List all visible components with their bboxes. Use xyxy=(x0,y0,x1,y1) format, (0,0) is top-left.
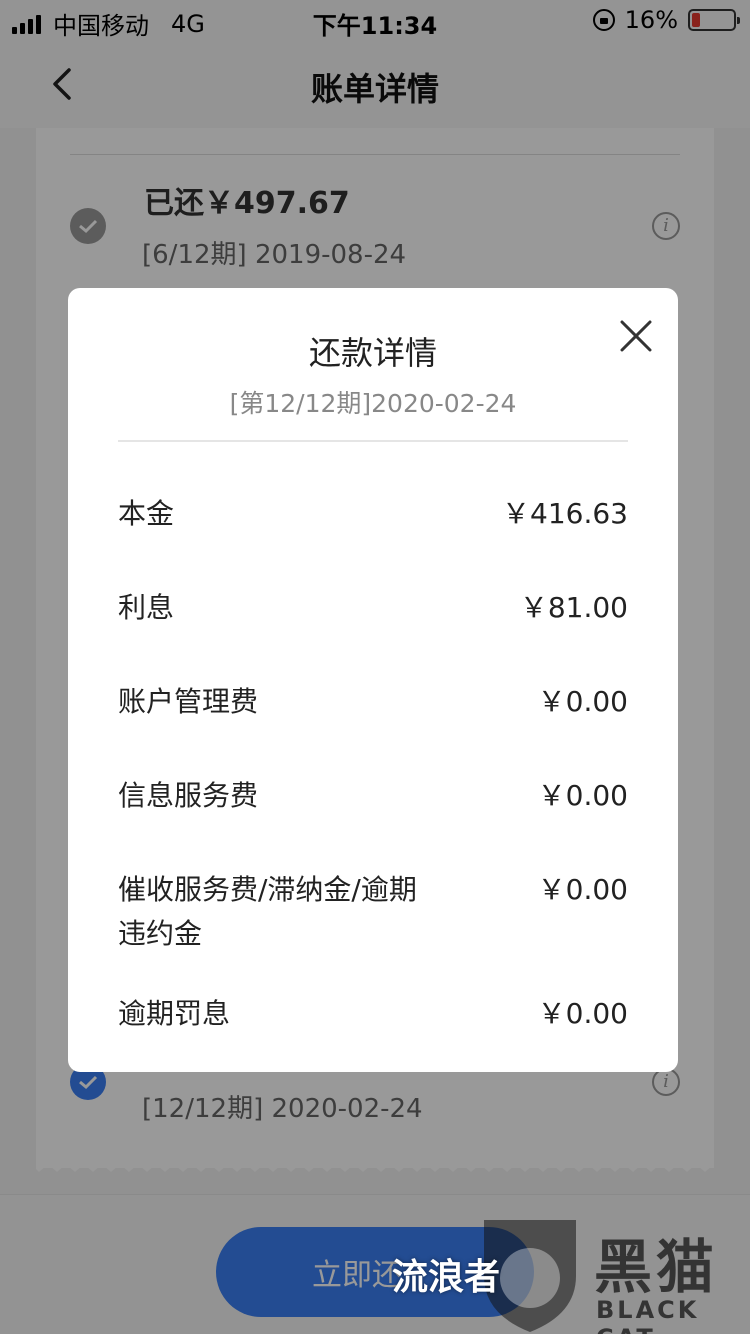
repayment-detail-modal: 还款详情 [第12/12期]2020-02-24 本金 ￥416.63 利息 ￥… xyxy=(68,288,678,1072)
modal-title: 还款详情 xyxy=(308,334,437,372)
watermark: 黑猫 BLACK CAT xyxy=(476,1214,750,1334)
watermark-username: 流浪者 xyxy=(392,1257,501,1298)
watermark-brand-cn: 黑猫 xyxy=(594,1233,719,1301)
fee-value: ￥0.00 xyxy=(537,685,628,718)
watermark-brand-en: BLACK CAT xyxy=(596,1296,700,1334)
fee-value: ￥0.00 xyxy=(537,997,628,1030)
fee-label: 催收服务费/滞纳金/逾期违约金 xyxy=(118,873,417,950)
fee-value: ￥0.00 xyxy=(537,873,628,906)
modal-period: [第12/12期]2020-02-24 xyxy=(229,389,517,418)
fee-label: 利息 xyxy=(118,591,175,624)
fee-value: ￥0.00 xyxy=(537,779,628,812)
fee-label: 信息服务费 xyxy=(118,779,259,812)
close-icon[interactable] xyxy=(616,316,656,356)
fee-value: ￥81.00 xyxy=(519,591,628,624)
divider xyxy=(118,440,628,442)
fee-label: 账户管理费 xyxy=(118,685,259,718)
fee-label: 本金 xyxy=(118,497,175,530)
fee-label: 逾期罚息 xyxy=(118,997,231,1030)
fee-value: ￥416.63 xyxy=(502,497,628,530)
